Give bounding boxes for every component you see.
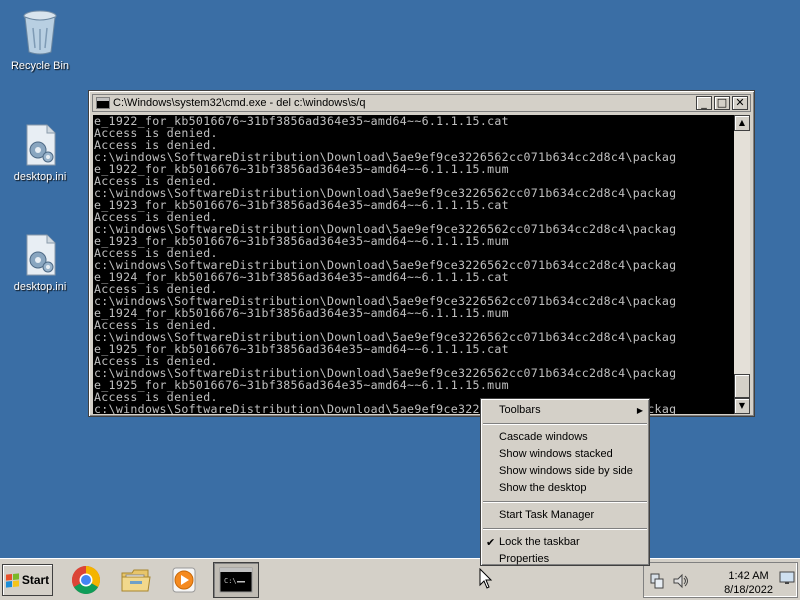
taskbar-app-media-player[interactable] xyxy=(164,562,204,598)
taskbar-context-menu: Toolbars ▶ Cascade windows Show windows … xyxy=(480,398,650,566)
maximize-button[interactable]: □ xyxy=(714,96,730,110)
recycle-bin-icon xyxy=(23,10,57,55)
menu-item-label: Show windows side by side xyxy=(499,465,633,477)
menu-item-cascade-windows[interactable]: Cascade windows xyxy=(481,429,649,446)
chrome-icon xyxy=(72,566,100,594)
menu-item-start-task-manager[interactable]: Start Task Manager xyxy=(481,507,649,524)
menu-item-label: Cascade windows xyxy=(499,431,588,443)
svg-text:C:\: C:\ xyxy=(224,577,237,585)
clock-time: 1:42 AM xyxy=(728,570,769,582)
submenu-arrow-icon: ▶ xyxy=(636,406,643,415)
system-tray: 1:42 AM 8/18/2022 xyxy=(643,562,798,598)
scroll-thumb[interactable] xyxy=(734,374,750,398)
taskbar-app-explorer[interactable] xyxy=(116,562,156,598)
explorer-folder-icon xyxy=(121,569,151,592)
action-center-icon[interactable] xyxy=(779,571,795,585)
scroll-down-button[interactable]: ▼ xyxy=(734,398,750,414)
cmd-icon: C:\ xyxy=(219,567,253,593)
menu-item-properties[interactable]: Properties xyxy=(481,551,649,568)
mouse-cursor-icon xyxy=(479,568,493,589)
console-output[interactable]: e_1922_for_kb5016676~31bf3856ad364e35~am… xyxy=(93,115,734,414)
menu-separator xyxy=(483,528,647,530)
menu-item-label: Show windows stacked xyxy=(499,448,613,460)
cmd-window[interactable]: C:\Windows\system32\cmd.exe - del c:\win… xyxy=(88,90,755,417)
windows-logo-icon xyxy=(5,572,19,588)
menu-separator xyxy=(483,501,647,503)
vertical-scrollbar[interactable]: ▲ ▼ xyxy=(734,115,750,414)
close-button[interactable]: ✕ xyxy=(732,96,748,110)
clock[interactable]: 1:42 AM 8/18/2022 xyxy=(724,569,773,597)
settings-file-icon xyxy=(26,124,56,166)
clock-date: 8/18/2022 xyxy=(724,584,773,596)
taskbar-app-cmd[interactable]: C:\ xyxy=(213,562,259,598)
cmd-titlebar[interactable]: C:\Windows\system32\cmd.exe - del c:\win… xyxy=(92,94,751,112)
volume-icon[interactable] xyxy=(673,573,689,589)
scroll-up-button[interactable]: ▲ xyxy=(734,115,750,131)
desktop-icon-desktop-ini-2[interactable]: desktop.ini xyxy=(2,233,78,293)
menu-item-label: Toolbars xyxy=(499,404,541,416)
start-button[interactable]: Start xyxy=(2,564,53,596)
menu-item-show-windows-stacked[interactable]: Show windows stacked xyxy=(481,446,649,463)
menu-item-label: Properties xyxy=(499,553,550,565)
network-icon[interactable] xyxy=(650,573,664,589)
desktop-icon-desktop-ini-1[interactable]: desktop.ini xyxy=(2,123,78,183)
desktop-icon-label: desktop.ini xyxy=(13,281,67,293)
menu-item-lock-taskbar[interactable]: ✔ Lock the taskbar xyxy=(481,534,649,551)
taskbar[interactable]: Start C:\ 1:42 AM 8/18/2022 xyxy=(0,558,800,600)
menu-item-label: Show the desktop xyxy=(499,482,587,494)
menu-separator xyxy=(483,423,647,425)
desktop-icon-recycle-bin[interactable]: Recycle Bin xyxy=(2,8,78,72)
menu-item-show-desktop[interactable]: Show the desktop xyxy=(481,480,649,497)
desktop-icon-label: desktop.ini xyxy=(13,171,67,183)
window-title: C:\Windows\system32\cmd.exe - del c:\win… xyxy=(113,97,366,109)
menu-item-label: Start Task Manager xyxy=(499,509,595,521)
taskbar-app-chrome[interactable] xyxy=(66,562,106,598)
minimize-button[interactable]: _ xyxy=(696,96,712,110)
media-player-icon xyxy=(172,567,196,593)
checkmark-icon: ✔ xyxy=(486,536,496,549)
desktop-icon-label: Recycle Bin xyxy=(10,60,70,72)
menu-item-label: Lock the taskbar xyxy=(499,536,580,548)
cmd-icon xyxy=(96,97,110,109)
menu-item-show-windows-side-by-side[interactable]: Show windows side by side xyxy=(481,463,649,480)
menu-item-toolbars[interactable]: Toolbars ▶ xyxy=(481,402,649,419)
start-label: Start xyxy=(21,573,50,587)
settings-file-icon xyxy=(26,234,56,276)
